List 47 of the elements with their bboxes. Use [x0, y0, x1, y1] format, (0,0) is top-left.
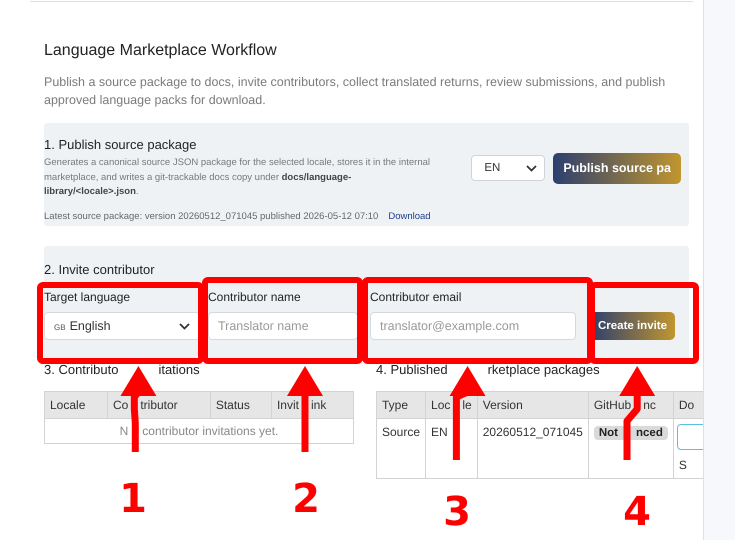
empty-message: contributor invitations yet.: [142, 424, 278, 438]
chevron-down-icon: [526, 164, 538, 172]
page-title: Language Marketplace Workflow: [44, 42, 278, 60]
table-cell: 20260512_071045: [477, 418, 588, 478]
empty-message: N: [120, 424, 128, 438]
column-header: Invit: [276, 398, 299, 412]
section-title: 2. Invite contributor: [44, 262, 156, 277]
column-header: tributor: [140, 398, 178, 412]
publish-button[interactable]: Publish source pa: [553, 152, 681, 184]
table-cell: S: [678, 458, 687, 472]
section-title: itations: [158, 362, 200, 377]
chevron-down-icon: [179, 322, 190, 330]
column-header: le: [462, 398, 472, 412]
field-label: Target language: [44, 290, 132, 304]
column-header: Loc: [431, 398, 450, 412]
section-title: 4. Published: [376, 362, 448, 377]
input-field[interactable]: Translator name: [208, 312, 358, 340]
step-number: 1: [119, 476, 147, 522]
download-button[interactable]: [676, 424, 703, 450]
column-header: Type: [382, 398, 408, 412]
status-badge: Not nced: [594, 426, 668, 440]
field-label: Contributor email: [370, 290, 462, 304]
step-number: 4: [623, 489, 651, 535]
download-link[interactable]: Download: [388, 210, 431, 222]
column-header: Locale: [50, 398, 86, 412]
locale-select[interactable]: EN: [471, 155, 546, 182]
table-cell: Source: [376, 418, 426, 478]
latest-package-info: Latest source package: version 20260512_071045 published 2026-05-12 07:10: [44, 210, 378, 222]
language-select[interactable]: GB English: [44, 312, 200, 340]
section-title: 3. Contributo: [44, 362, 118, 377]
select-value: English: [70, 319, 111, 333]
page-description: Publish a source package to docs, invite contributors, collect translated returns, review submissions, and publish approved language packs for download.: [44, 74, 666, 109]
column-header: ink: [310, 398, 326, 412]
section-description: Generates a canonical source JSON package for the selected locale, stores it in the internal marketplace, and writes a git-trackable docs copy under docs/language-library/<locale>.json.: [44, 156, 432, 199]
section-title: rketplace packages: [488, 362, 600, 377]
column-header: Version: [482, 398, 523, 412]
step-number: 3: [443, 489, 471, 535]
column-header: Co: [112, 398, 128, 412]
section-title: 1. Publish source package: [44, 137, 198, 152]
column-header: Status: [216, 398, 250, 412]
step-number: 2: [292, 476, 320, 522]
input-field[interactable]: translator@example.com: [370, 312, 576, 340]
flag-code: GB: [54, 323, 66, 332]
column-header: Do: [678, 398, 694, 412]
column-header: GitHub: [594, 398, 632, 412]
field-label: Contributor name: [208, 290, 302, 304]
column-header: nc: [643, 398, 656, 412]
